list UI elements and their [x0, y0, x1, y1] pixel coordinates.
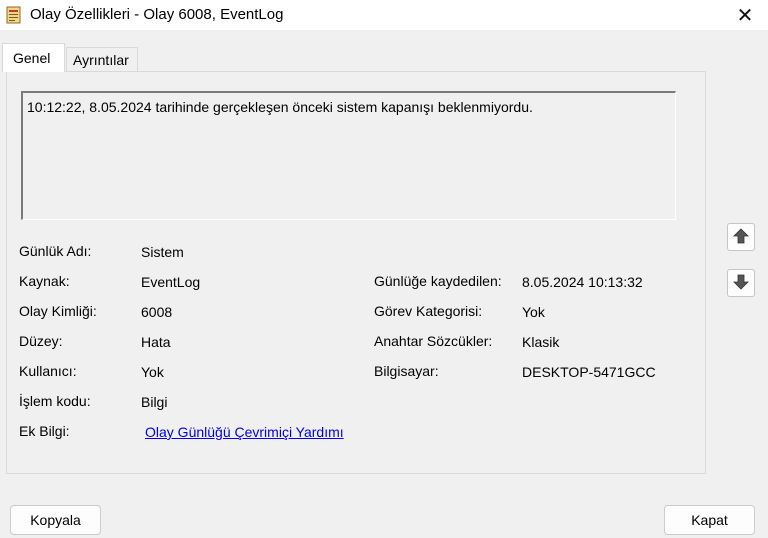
- task-category-label: Görev Kategorisi:: [374, 303, 483, 319]
- window-title: Olay Özellikleri - Olay 6008, EventLog: [30, 6, 284, 23]
- tab-general[interactable]: Genel: [2, 43, 65, 72]
- tab-details[interactable]: Ayrıntılar: [66, 47, 138, 72]
- online-help-link[interactable]: Olay Günlüğü Çevrimiçi Yardımı: [145, 424, 344, 440]
- source-label: Kaynak:: [19, 273, 70, 289]
- close-button[interactable]: Kapat: [664, 505, 755, 535]
- log-name-value: Sistem: [141, 244, 184, 260]
- close-icon: ✕: [736, 4, 754, 27]
- event-properties-icon: [6, 6, 22, 24]
- user-label: Kullanıcı:: [19, 363, 77, 379]
- level-value: Hata: [141, 334, 171, 350]
- more-info-label: Ek Bilgi:: [19, 423, 70, 439]
- previous-event-button[interactable]: [727, 223, 755, 251]
- close-window-button[interactable]: ✕: [722, 0, 768, 30]
- user-value: Yok: [141, 364, 164, 380]
- task-category-value: Yok: [522, 304, 545, 320]
- computer-value: DESKTOP-5471GCC: [522, 364, 656, 380]
- arrow-up-icon: [733, 227, 749, 247]
- log-name-label: Günlük Adı:: [19, 243, 92, 259]
- computer-label: Bilgisayar:: [374, 363, 439, 379]
- event-description[interactable]: 10:12:22, 8.05.2024 tarihinde gerçekleşe…: [21, 91, 676, 220]
- event-id-value: 6008: [141, 304, 173, 320]
- keywords-label: Anahtar Sözcükler:: [374, 333, 493, 349]
- event-id-label: Olay Kimliği:: [19, 303, 97, 319]
- title-bar: Olay Özellikleri - Olay 6008, EventLog ✕: [0, 0, 768, 30]
- copy-button[interactable]: Kopyala: [10, 505, 101, 535]
- arrow-down-icon: [733, 274, 749, 293]
- keywords-value: Klasik: [522, 334, 560, 350]
- source-value: EventLog: [141, 274, 201, 290]
- logged-value: 8.05.2024 10:13:32: [522, 274, 643, 290]
- opcode-value: Bilgi: [141, 394, 168, 410]
- opcode-label: İşlem kodu:: [19, 393, 91, 409]
- next-event-button[interactable]: [727, 269, 755, 297]
- level-label: Düzey:: [19, 333, 63, 349]
- logged-label: Günlüğe kaydedilen:: [374, 273, 502, 289]
